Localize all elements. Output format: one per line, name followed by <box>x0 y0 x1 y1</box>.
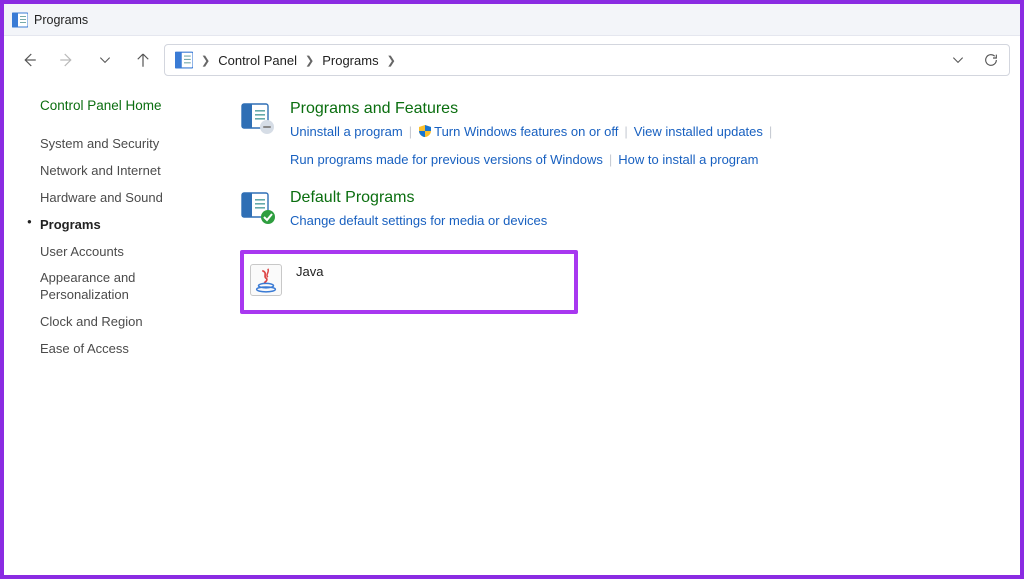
sidebar-item-hardware-and-sound[interactable]: Hardware and Sound <box>40 185 222 212</box>
titlebar: Programs <box>4 4 1020 36</box>
category-links: Uninstall a program | Turn Windows featu… <box>290 121 850 171</box>
main-panel: Programs and Features Uninstall a progra… <box>222 98 1020 363</box>
sidebar-item-ease-of-access[interactable]: Ease of Access <box>40 336 222 363</box>
sidebar-item-programs[interactable]: Programs <box>40 212 222 239</box>
sidebar-list: System and SecurityNetwork and InternetH… <box>40 131 222 363</box>
nav-row: ❯ Control Panel ❯ Programs ❯ <box>4 36 1020 84</box>
java-highlight: Java <box>240 250 578 314</box>
up-button[interactable] <box>132 49 154 71</box>
window-frame: Programs ❯ Control Panel ❯ Programs <box>0 0 1024 579</box>
refresh-button[interactable] <box>983 52 999 68</box>
sidebar-item-user-accounts[interactable]: User Accounts <box>40 239 222 266</box>
java-icon <box>250 264 282 296</box>
sidebar-item-system-and-security[interactable]: System and Security <box>40 131 222 158</box>
recent-locations-button[interactable] <box>94 49 116 71</box>
control-panel-home-link[interactable]: Control Panel Home <box>40 98 222 113</box>
nav-buttons <box>18 49 154 71</box>
programs-features-icon <box>240 100 276 136</box>
breadcrumb-current[interactable]: Programs <box>322 53 378 68</box>
breadcrumb-root[interactable]: Control Panel <box>218 53 297 68</box>
control-panel-icon <box>12 12 28 28</box>
sidebar-item-appearance-and-personalization[interactable]: Appearance and Personalization <box>40 265 222 309</box>
default-programs-icon <box>240 189 276 225</box>
back-button[interactable] <box>18 49 40 71</box>
chevron-right-icon[interactable]: ❯ <box>387 54 396 67</box>
link-change-default-settings[interactable]: Change default settings for media or dev… <box>290 210 547 232</box>
sidebar-item-clock-and-region[interactable]: Clock and Region <box>40 309 222 336</box>
address-bar[interactable]: ❯ Control Panel ❯ Programs ❯ <box>164 44 1010 76</box>
category-title[interactable]: Default Programs <box>290 189 1020 207</box>
chevron-down-icon[interactable] <box>951 53 965 67</box>
window-title: Programs <box>34 13 88 27</box>
category-programs-and-features: Programs and Features Uninstall a progra… <box>240 100 1020 171</box>
category-title[interactable]: Programs and Features <box>290 100 1020 118</box>
link-run-compat[interactable]: Run programs made for previous versions … <box>290 149 603 171</box>
sidebar: Control Panel Home System and SecurityNe… <box>4 98 222 363</box>
link-uninstall-program[interactable]: Uninstall a program <box>290 121 403 143</box>
sidebar-item-network-and-internet[interactable]: Network and Internet <box>40 158 222 185</box>
control-panel-icon <box>175 51 193 69</box>
chevron-right-icon[interactable]: ❯ <box>305 54 314 67</box>
forward-button[interactable] <box>56 49 78 71</box>
category-default-programs: Default Programs Change default settings… <box>240 189 1020 232</box>
link-turn-windows-features[interactable]: Turn Windows features on or off <box>418 121 618 143</box>
category-title[interactable]: Java <box>296 264 323 279</box>
content-area: Control Panel Home System and SecurityNe… <box>4 84 1020 363</box>
link-view-installed-updates[interactable]: View installed updates <box>634 121 763 143</box>
chevron-right-icon[interactable]: ❯ <box>201 54 210 67</box>
link-how-to-install[interactable]: How to install a program <box>618 149 758 171</box>
shield-icon <box>418 124 432 138</box>
